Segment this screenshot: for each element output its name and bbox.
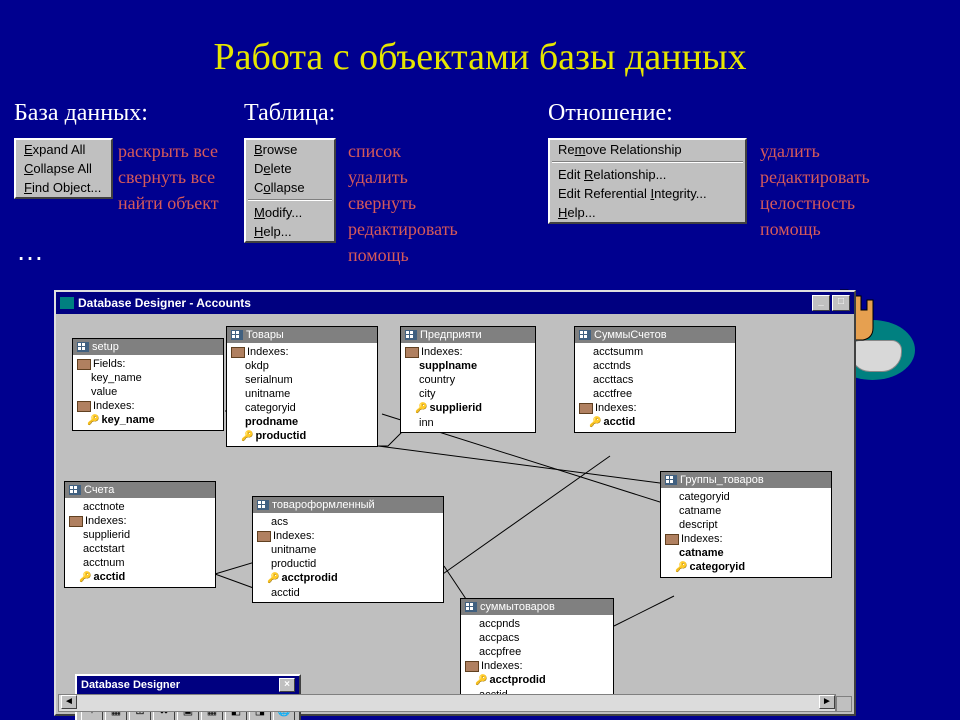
section-table-label: Таблица:	[244, 100, 335, 127]
menu-item-delete[interactable]: Delete	[246, 159, 334, 178]
table-scheta[interactable]: Счета acctnote Indexes: supplierid accts…	[64, 481, 216, 588]
table-title: Товары	[246, 329, 284, 341]
scroll-left-button[interactable]: ◄	[61, 695, 77, 709]
table-title: СуммыСчетов	[594, 329, 667, 341]
menu-item-rel-help[interactable]: Help...	[550, 203, 745, 222]
table-title: setup	[92, 341, 119, 353]
table-setup[interactable]: setup Fields: key_name value Indexes: 🔑k…	[72, 338, 224, 431]
table-icon	[231, 330, 243, 340]
table-title: Предприяти	[420, 329, 482, 341]
fields-icon	[77, 359, 91, 370]
menu-item-browse[interactable]: Browse	[246, 140, 334, 159]
table-title: товароформленный	[272, 499, 375, 511]
indexes-icon	[77, 401, 91, 412]
palette-close-button[interactable]: ×	[279, 678, 295, 692]
table-title: Группы_товаров	[680, 474, 764, 486]
menu-item-expand-all[interactable]: EExpand Allxpand All	[16, 140, 111, 159]
menu-item-modify[interactable]: Modify...	[246, 203, 334, 222]
section-db-label: База данных:	[14, 100, 148, 127]
designer-canvas[interactable]: setup Fields: key_name value Indexes: 🔑k…	[60, 316, 854, 714]
ru-rel-labels: удалитьредактироватьцелостностьпомощь	[760, 138, 870, 242]
designer-titlebar[interactable]: Database Designer - Accounts _ □	[56, 292, 854, 314]
ru-db-labels: раскрыть всесвернуть всенайти объект	[118, 138, 219, 216]
key-icon: 🔑	[87, 415, 99, 426]
menu-item-edit-integrity[interactable]: Edit Referential Integrity...	[550, 184, 745, 203]
table-gruppy-tovarov[interactable]: Группы_товаров categoryid catname descri…	[660, 471, 832, 578]
rel-context-menu: Remove Relationship Edit Relationship...…	[548, 138, 747, 224]
scroll-right-button[interactable]: ►	[819, 695, 835, 709]
menu-item-collapse[interactable]: Collapse	[246, 178, 334, 197]
table-title: Счета	[84, 484, 114, 496]
table-icon	[77, 342, 89, 352]
resize-grip[interactable]	[836, 696, 852, 712]
maximize-button[interactable]: □	[832, 295, 850, 311]
section-rel-label: Отношение:	[548, 100, 673, 127]
menu-separator	[552, 161, 743, 163]
menu-separator	[248, 199, 332, 201]
designer-title-text: Database Designer - Accounts	[78, 296, 810, 310]
db-context-menu: EExpand Allxpand All Collapse All Find O…	[14, 138, 113, 199]
ru-table-labels: списокудалитьсвернутьредактироватьпомощь	[348, 138, 458, 268]
menu-item-collapse-all[interactable]: Collapse All	[16, 159, 111, 178]
table-predpriyati[interactable]: Предприяти Indexes: supplname country ci…	[400, 326, 536, 433]
menu-item-edit-rel[interactable]: Edit Relationship...	[550, 165, 745, 184]
table-tovary[interactable]: Товары Indexes: okdp serialnum unitname …	[226, 326, 378, 447]
table-summy-tovarov[interactable]: суммытоваров accpnds accpacs accpfree In…	[460, 598, 614, 705]
minimize-button[interactable]: _	[812, 295, 830, 311]
app-icon	[60, 297, 74, 309]
slide-title: Работа с объектами базы данных	[0, 0, 960, 79]
ellipsis-label: …	[16, 235, 44, 267]
menu-item-find-object[interactable]: Find Object...	[16, 178, 111, 197]
palette-title-text: Database Designer	[81, 679, 180, 691]
database-designer-window: Database Designer - Accounts _ □ setup F…	[54, 290, 856, 716]
horizontal-scrollbar[interactable]: ◄ ►	[58, 694, 836, 712]
menu-item-remove-rel[interactable]: Remove Relationship	[550, 140, 745, 159]
table-title: суммытоваров	[480, 601, 555, 613]
table-tovaroformlennyy[interactable]: товароформленный acs Indexes: unitname p…	[252, 496, 444, 603]
table-context-menu: Browse Delete Collapse Modify... Help...	[244, 138, 336, 243]
table-summy-schetov[interactable]: СуммыСчетов acctsumm acctnds accttacs ac…	[574, 326, 736, 433]
menu-item-help[interactable]: Help...	[246, 222, 334, 241]
